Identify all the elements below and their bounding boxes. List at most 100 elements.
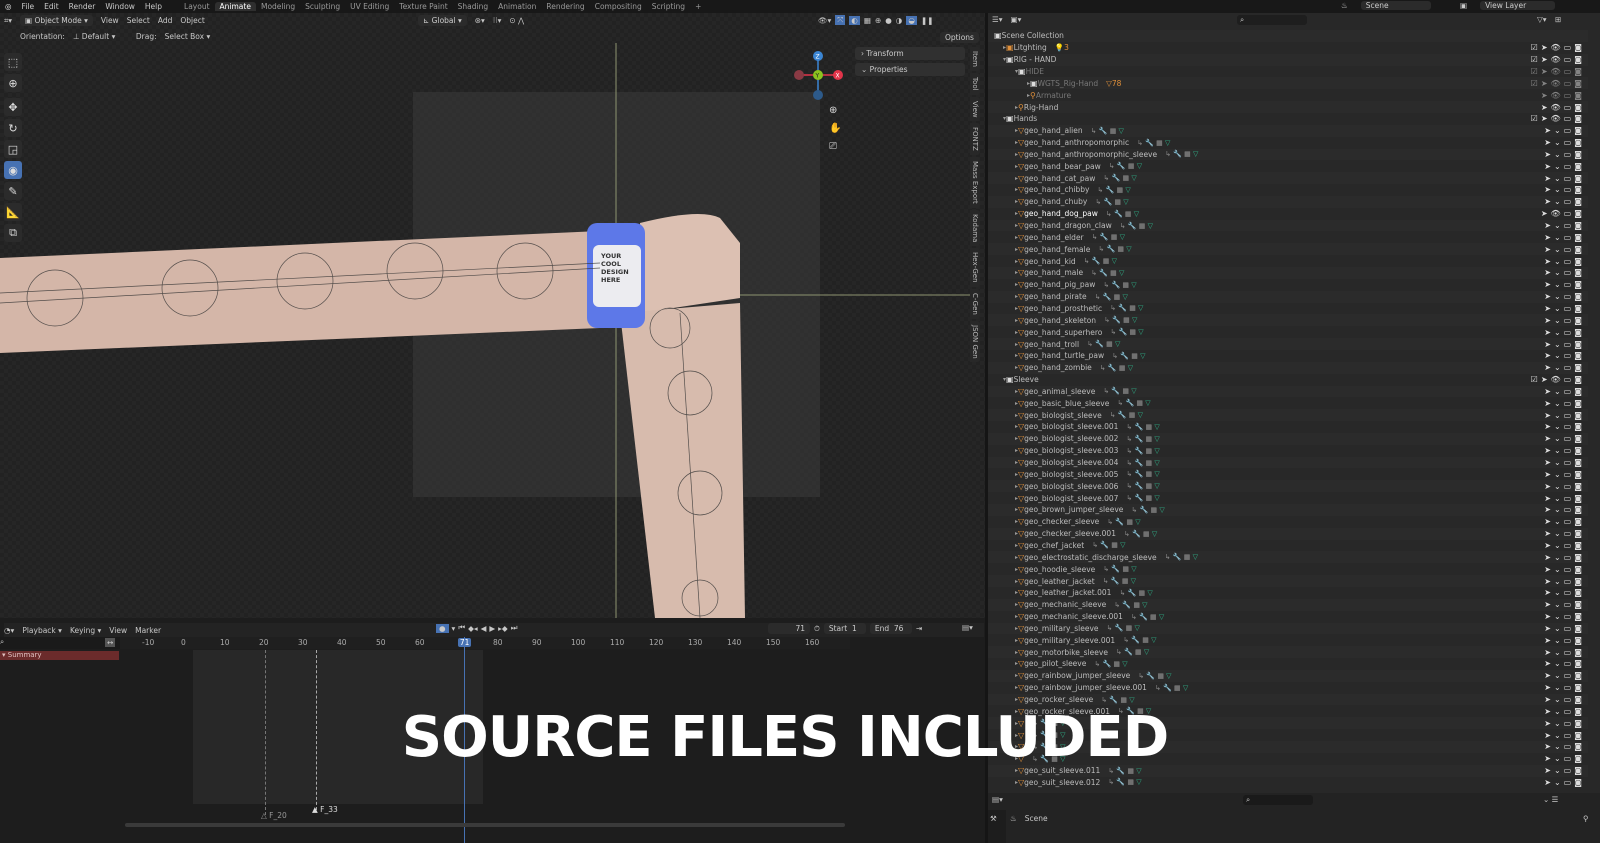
disable-in-viewports-icon[interactable]: ▭ [1564, 103, 1572, 112]
outliner-row[interactable]: ▸ ▽ geo_hand_kid ↳ 🔧 ▦ ▽ ➤ ⌄ ▭ ◙ [988, 255, 1588, 267]
disable-in-viewports-icon[interactable]: ▭ [1564, 659, 1572, 668]
disable-in-renders-icon[interactable]: ◙ [1574, 399, 1582, 408]
xray-icon[interactable]: ▦ [864, 16, 871, 25]
outliner-row[interactable]: ▸ ▽ geo_leather_jacket.001 ↳ 🔧 ▦ ▽ ➤ ⌄ ▭ ◙ [988, 587, 1588, 599]
disclosure-triangle[interactable]: ▸ [988, 305, 1018, 312]
disable-in-viewports-icon[interactable]: ▭ [1564, 636, 1572, 645]
menu-object[interactable]: Object [180, 16, 204, 25]
hide-in-viewport-closed-eye-icon[interactable]: ⌄ [1554, 482, 1561, 491]
tab-c-gen[interactable]: C-Gen [970, 288, 980, 319]
hide-in-viewport-closed-eye-icon[interactable]: ⌄ [1554, 446, 1561, 455]
hide-in-viewport-closed-eye-icon[interactable]: ⌄ [1554, 565, 1561, 574]
wireframe-shading-icon[interactable]: ⊕ [875, 16, 881, 25]
disable-in-viewports-icon[interactable]: ▭ [1564, 588, 1572, 597]
outliner-row[interactable]: ▸ ▽ geo_military_sleeve.001 ↳ 🔧 ▦ ▽ ➤ ⌄ ▭ ◙ [988, 634, 1588, 646]
marker-f33[interactable]: ▲ F_33 [312, 805, 338, 814]
outliner-row[interactable]: ▸ ▽ geo_hand_anthropomorphic ↳ 🔧 ▦ ▽ ➤ ⌄ ▭ ◙ [988, 137, 1588, 149]
outliner-row[interactable]: ▸ ▽ geo_hoodie_sleeve ↳ 🔧 ▦ ▽ ➤ ⌄ ▭ ◙ [988, 563, 1588, 575]
options-button[interactable]: Options [940, 32, 979, 43]
disclosure-triangle[interactable]: ▸ [988, 471, 1018, 478]
selectable-icon[interactable]: ➤ [1544, 648, 1551, 657]
disable-in-viewports-icon[interactable]: ▭ [1564, 553, 1572, 562]
tab-kodama[interactable]: Kodama [970, 209, 980, 247]
disable-in-renders-icon[interactable]: ◙ [1574, 245, 1582, 254]
menu-view[interactable]: View [109, 626, 127, 635]
child-count-badge[interactable]: ▽78 [1106, 79, 1121, 88]
disclosure-triangle[interactable]: ▸ [988, 767, 1018, 774]
outliner-row[interactable]: ▸ ▽ geo_hand_chibby ↳ 🔧 ▦ ▽ ➤ ⌄ ▭ ◙ [988, 184, 1588, 196]
outliner-row[interactable]: ▸ ▽ geo_pilot_sleeve ↳ 🔧 ▦ ▽ ➤ ⌄ ▭ ◙ [988, 658, 1588, 670]
disclosure-triangle[interactable]: ▸ [988, 637, 1018, 644]
disable-in-renders-icon[interactable]: ◙ [1574, 683, 1582, 692]
disable-in-viewports-icon[interactable]: ▭ [1564, 600, 1572, 609]
outliner-row[interactable]: ▸ ▽ geo_brown_jumper_sleeve ↳ 🔧 ▦ ▽ ➤ ⌄ ▭ ◙ [988, 504, 1588, 516]
outliner-row[interactable]: ▸ ▽ geo_hand_zombie ↳ 🔧 ▦ ▽ ➤ ⌄ ▭ ◙ [988, 361, 1588, 374]
selectable-icon[interactable]: ➤ [1544, 636, 1551, 645]
selectable-icon[interactable]: ➤ [1544, 174, 1551, 183]
disclosure-triangle[interactable]: ▸ [988, 495, 1018, 502]
hide-in-viewport-eye-icon[interactable]: 👁 [1551, 91, 1561, 100]
hide-in-viewport-closed-eye-icon[interactable]: ⌄ [1554, 553, 1561, 562]
selectable-icon[interactable]: ➤ [1544, 778, 1551, 787]
menu-edit[interactable]: Edit [39, 2, 64, 11]
disable-in-renders-icon[interactable]: ◙ [1574, 446, 1582, 455]
selectable-icon[interactable]: ➤ [1544, 766, 1551, 775]
selectable-icon[interactable]: ➤ [1541, 67, 1548, 76]
editor-options-icon[interactable]: ▤▾ [962, 623, 973, 632]
transform-orientation-dropdown[interactable]: ⊾ Global ▾ [418, 15, 467, 26]
hide-in-viewport-closed-eye-icon[interactable]: ⌄ [1554, 470, 1561, 479]
menu-add[interactable]: Add [158, 16, 173, 25]
selectable-icon[interactable]: ➤ [1544, 292, 1551, 301]
selectable-icon[interactable]: ➤ [1544, 245, 1551, 254]
disable-in-viewports-icon[interactable]: ▭ [1564, 422, 1572, 431]
disable-in-renders-icon[interactable]: ◙ [1574, 778, 1582, 787]
outliner-row[interactable]: ▾ ▣ Sleeve ☑ ➤ 👁 ▭ ◙ [988, 374, 1588, 386]
exclude-checkbox[interactable]: ☑ [1531, 79, 1538, 88]
hide-in-viewport-closed-eye-icon[interactable]: ⌄ [1554, 304, 1561, 313]
selectable-icon[interactable]: ➤ [1544, 577, 1551, 586]
disable-in-renders-icon[interactable]: ◙ [1574, 624, 1582, 633]
disable-in-viewports-icon[interactable]: ▭ [1564, 565, 1572, 574]
selectable-icon[interactable]: ➤ [1541, 43, 1548, 52]
selectable-icon[interactable]: ➤ [1544, 197, 1551, 206]
disclosure-triangle[interactable]: ▸ [988, 222, 1018, 229]
material-shading-icon[interactable]: ◑ [896, 16, 903, 25]
disable-in-viewports-icon[interactable]: ▭ [1564, 304, 1572, 313]
disable-in-viewports-icon[interactable]: ▭ [1564, 126, 1572, 135]
outliner-row[interactable]: ▸ ▽ ↳ 🔧 ▦ ▽ ➤ ⌄ ▭ ◙ [988, 717, 1588, 730]
disable-in-viewports-icon[interactable]: ▭ [1564, 434, 1572, 443]
hide-in-viewport-closed-eye-icon[interactable]: ⌄ [1554, 529, 1561, 538]
hide-in-viewport-closed-eye-icon[interactable]: ⌄ [1554, 517, 1561, 526]
disable-in-viewports-icon[interactable]: ▭ [1564, 683, 1572, 692]
hide-in-viewport-eye-icon[interactable]: 👁 [1551, 67, 1561, 76]
selectable-icon[interactable]: ➤ [1544, 553, 1551, 562]
disable-in-viewports-icon[interactable]: ▭ [1564, 754, 1572, 763]
editor-type-icon[interactable]: ◔▾ [4, 626, 14, 635]
selectable-icon[interactable]: ➤ [1541, 91, 1548, 100]
selectable-icon[interactable]: ➤ [1544, 126, 1551, 135]
disclosure-triangle[interactable]: ▸ [988, 127, 1018, 134]
menu-help[interactable]: Help [140, 2, 167, 11]
selectable-icon[interactable]: ➤ [1544, 268, 1551, 277]
properties-options-icon[interactable]: ⌄ ☰ [1543, 795, 1558, 804]
disable-in-renders-icon[interactable]: ◙ [1574, 268, 1582, 277]
tab-sculpting[interactable]: Sculpting [300, 2, 345, 11]
hide-in-viewport-closed-eye-icon[interactable]: ⌄ [1554, 683, 1561, 692]
disclosure-triangle[interactable]: ▾ [988, 115, 1006, 122]
disable-in-viewports-icon[interactable]: ▭ [1564, 150, 1572, 159]
disable-in-renders-icon[interactable]: ◙ [1574, 138, 1582, 147]
transform-tool[interactable]: ◉ [4, 161, 22, 179]
disclosure-triangle[interactable]: ▸ [988, 80, 1030, 87]
disable-in-renders-icon[interactable]: ◙ [1574, 91, 1582, 100]
outliner-row[interactable]: ▸ ▽ geo_biologist_sleeve.004 ↳ 🔧 ▦ ▽ ➤ ⌄ ▭ ◙ [988, 456, 1588, 469]
outliner-row[interactable]: ▸ ▽ geo_biologist_sleeve.001 ↳ 🔧 ▦ ▽ ➤ ⌄ ▭ ◙ [988, 421, 1588, 433]
outliner-row[interactable]: ▸ ▽ geo_checker_sleeve.001 ↳ 🔧 ▦ ▽ ➤ ⌄ ▭ ◙ [988, 527, 1588, 540]
hide-in-viewport-closed-eye-icon[interactable]: ⌄ [1554, 126, 1561, 135]
selectable-icon[interactable]: ➤ [1544, 399, 1551, 408]
hide-in-viewport-closed-eye-icon[interactable]: ⌄ [1554, 197, 1561, 206]
disable-in-renders-icon[interactable]: ◙ [1574, 363, 1582, 372]
disable-in-renders-icon[interactable]: ◙ [1574, 588, 1582, 597]
hide-in-viewport-eye-icon[interactable]: 👁 [1551, 43, 1561, 52]
disable-in-renders-icon[interactable]: ◙ [1574, 280, 1582, 289]
play-reverse-icon[interactable]: ◀ [481, 624, 487, 633]
